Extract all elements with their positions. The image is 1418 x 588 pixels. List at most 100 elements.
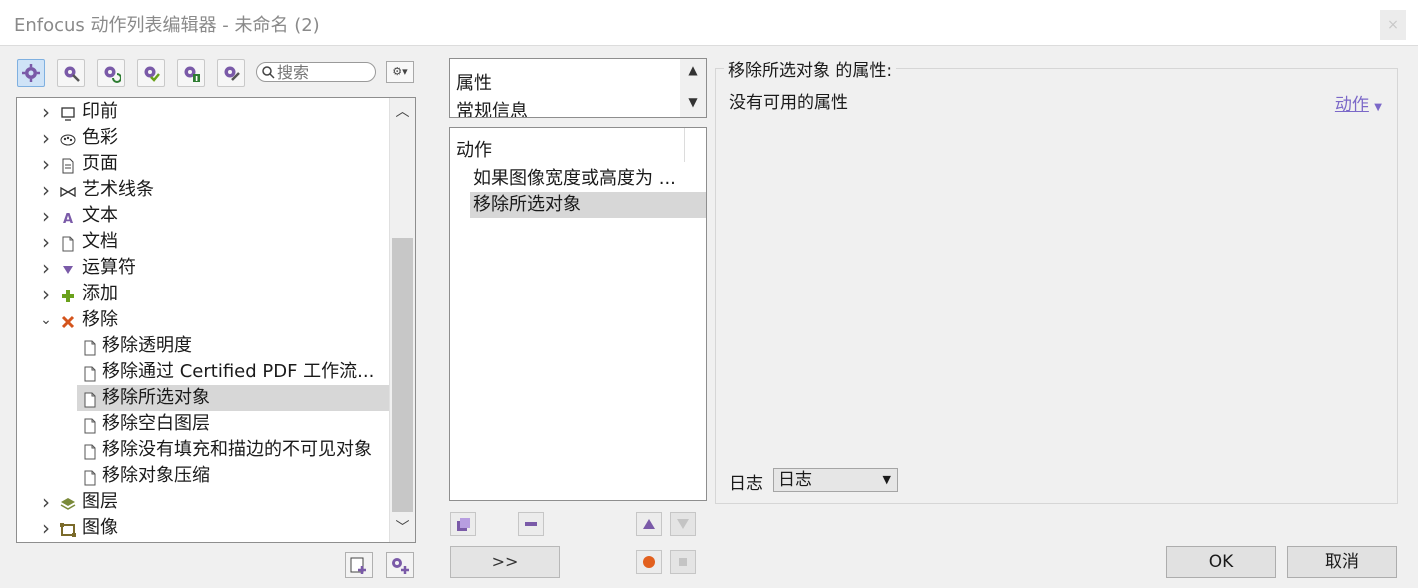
chevron-right-icon[interactable]: › [39, 203, 53, 229]
gear-pencil-icon [224, 66, 240, 81]
tree-category-1[interactable]: › 色彩 [17, 125, 391, 151]
chevron-right-icon[interactable]: › [39, 125, 53, 151]
section-general-info[interactable]: 常规信息 [456, 97, 528, 117]
chevron-right-icon[interactable]: › [39, 99, 53, 125]
properties-group [715, 68, 1398, 504]
tree-action-14[interactable]: 移除对象压缩 [77, 463, 389, 489]
action-row[interactable]: 如果图像宽度或高度为 ... [470, 166, 706, 192]
palette-icon [60, 130, 76, 146]
scroll-up-icon[interactable]: ︿ [390, 100, 415, 124]
move-up-button[interactable] [636, 512, 662, 536]
log-dropdown[interactable]: 日志 ▼ [773, 468, 898, 492]
tree-item-label: 图层 [82, 491, 118, 512]
window-title: Enfocus 动作列表编辑器 - 未命名 (2) [14, 15, 320, 36]
tree-item-label: 移除对象压缩 [102, 465, 210, 486]
tree-item-label: 图像 [82, 517, 118, 538]
tree-item-label: 文档 [82, 231, 118, 252]
gear-icon [22, 64, 40, 82]
chevron-right-icon[interactable]: › [39, 489, 53, 515]
copy-action-button[interactable] [450, 512, 476, 536]
action-link-label[interactable]: 动作 [1335, 95, 1369, 115]
tree-action-10[interactable]: 移除通过 Certified PDF 工作流... [77, 359, 389, 385]
action-menu-link[interactable]: 动作 ▼ [1335, 90, 1382, 115]
action-row-selected[interactable]: 移除所选对象 [470, 192, 706, 218]
search-icon [262, 66, 275, 79]
gear-info-tool-button[interactable] [177, 59, 205, 87]
remove-x-icon [60, 312, 76, 329]
stop-button[interactable] [670, 550, 696, 574]
image-frame-icon [60, 520, 76, 537]
tree-item-label: 印前 [82, 101, 118, 122]
tree-item-label: 移除通过 Certified PDF 工作流... [102, 361, 375, 382]
section-properties[interactable]: 属性 [456, 69, 492, 95]
add-checklist-button[interactable] [345, 552, 373, 578]
chevron-right-icon[interactable]: › [39, 151, 53, 177]
settings-dropdown-button[interactable]: ⚙▾ [386, 61, 414, 83]
layers-icon [60, 494, 76, 510]
document-icon [60, 234, 76, 252]
remove-action-button[interactable] [518, 512, 544, 536]
gear-wrench-tool-button[interactable] [57, 59, 85, 87]
tree-item-label: 添加 [82, 283, 118, 304]
gear-check-icon [144, 66, 160, 82]
gear-check-tool-button[interactable] [137, 59, 165, 87]
section-list-scrollbar[interactable]: ▲ ▼ [680, 59, 706, 117]
gear-refresh-tool-button[interactable] [97, 59, 125, 87]
chevron-right-icon[interactable]: › [39, 177, 53, 203]
chevron-right-icon[interactable]: › [39, 515, 53, 541]
tree-category-8[interactable]: ⌄ 移除 [17, 307, 391, 333]
move-down-button[interactable] [670, 512, 696, 536]
document-icon [82, 416, 98, 434]
chevron-down-icon[interactable]: ⌄ [39, 307, 53, 333]
gear-pencil-tool-button[interactable] [217, 59, 245, 87]
chevron-right-icon[interactable]: › [39, 255, 53, 281]
gear-tool-button[interactable] [17, 59, 45, 87]
record-button[interactable] [636, 550, 662, 574]
tree-category-5[interactable]: › 文档 [17, 229, 391, 255]
scroll-down-icon[interactable]: ▼ [680, 95, 706, 113]
tree-category-0[interactable]: › 印前 [17, 99, 391, 125]
search-input[interactable] [277, 63, 371, 81]
scroll-up-icon[interactable]: ▲ [680, 63, 706, 81]
search-box[interactable] [256, 62, 376, 82]
run-button[interactable]: >> [450, 546, 560, 578]
section-list[interactable]: 属性 常规信息 ▲ ▼ [449, 58, 707, 118]
cancel-button[interactable]: 取消 [1287, 546, 1397, 578]
add-gear-button[interactable] [386, 552, 414, 578]
letter-a-icon: A [60, 208, 76, 227]
tree-item-label: 移除没有填充和描边的不可见对象 [102, 439, 372, 460]
title-bar: Enfocus 动作列表编辑器 - 未命名 (2) × [0, 0, 1418, 46]
chevron-right-icon[interactable]: › [39, 281, 53, 307]
properties-title: 移除所选对象 的属性: [724, 56, 897, 81]
gear-info-icon [184, 66, 200, 82]
actions-header: 动作 [456, 140, 492, 161]
tree-category-3[interactable]: › 艺术线条 [17, 177, 391, 203]
tree-action-11[interactable]: 移除所选对象 [77, 385, 389, 411]
tree-item-label: 移除 [82, 309, 118, 330]
tree-action-13[interactable]: 移除没有填充和描边的不可见对象 [77, 437, 389, 463]
scroll-thumb[interactable] [392, 238, 413, 512]
svg-text:A: A [63, 212, 73, 226]
scroll-down-icon[interactable]: ﹀ [390, 516, 415, 540]
tree-category-16[interactable]: › 图像 [17, 515, 391, 541]
tree-category-7[interactable]: › 添加 [17, 281, 391, 307]
gear-add-icon [392, 558, 409, 574]
tree-category-4[interactable]: › A 文本 [17, 203, 391, 229]
tree-action-12[interactable]: 移除空白图层 [77, 411, 389, 437]
chevron-right-icon[interactable]: › [39, 229, 53, 255]
monitor-icon [60, 104, 76, 121]
close-button[interactable]: × [1380, 10, 1406, 40]
tree-category-6[interactable]: › 运算符 [17, 255, 391, 281]
tree-item-label: 移除所选对象 [102, 387, 210, 408]
document-icon [82, 468, 98, 486]
tree-action-9[interactable]: 移除透明度 [77, 333, 389, 359]
actions-list[interactable]: 动作 如果图像宽度或高度为 ... 移除所选对象 [449, 127, 707, 501]
tree-category-15[interactable]: › 图层 [17, 489, 391, 515]
tree-item-label: 页面 [82, 153, 118, 174]
tree-scrollbar[interactable]: ︿ ﹀ [389, 98, 415, 542]
ok-button[interactable]: OK [1166, 546, 1276, 578]
tree-category-2[interactable]: › 页面 [17, 151, 391, 177]
tree-item-label: 文本 [82, 205, 118, 226]
action-category-tree[interactable]: › 印前 › 色彩 › 页面 › 艺术线条 › A 文本 › 文档 › 运算符 › 添加 ⌄ 移除 移除透明度 移除通过… [16, 97, 416, 543]
checklist-add-icon [350, 557, 366, 574]
